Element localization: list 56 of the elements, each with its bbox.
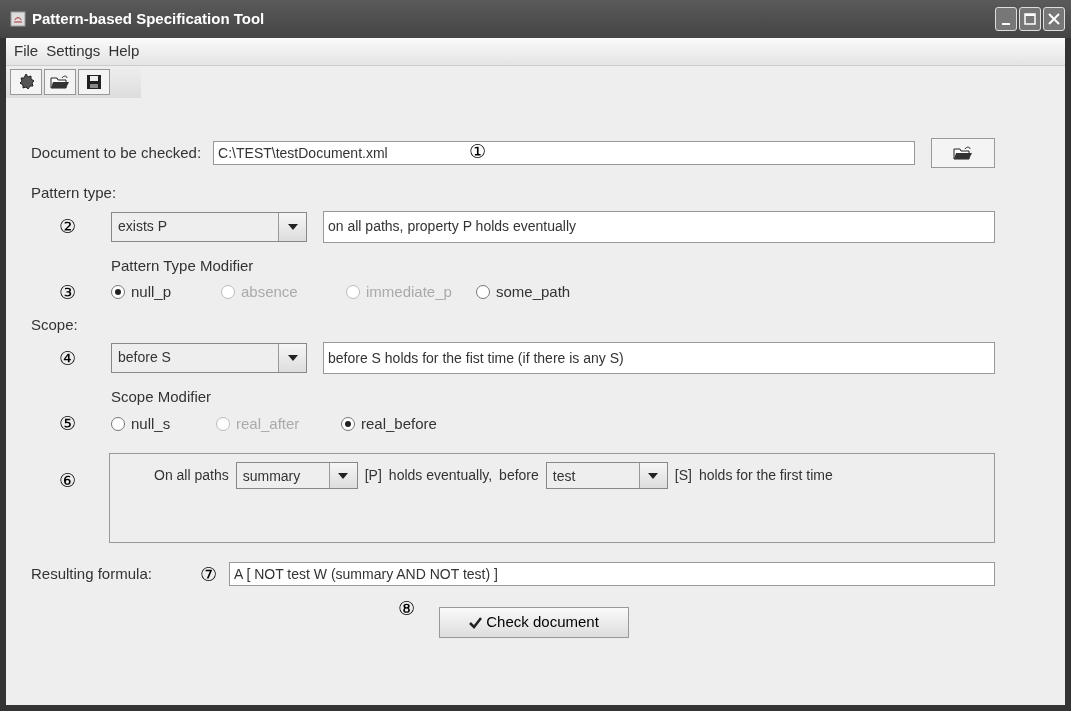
group-title: Pattern Type Modifier: [111, 255, 254, 276]
description-field[interactable]: before S holds for the fist time (if there is any S): [323, 342, 995, 374]
window-title: Pattern-based Specification Tool: [32, 8, 266, 29]
app-icon: [10, 11, 26, 27]
annotation-number: ①: [469, 142, 487, 161]
field-label: Document to be checked:: [31, 142, 202, 163]
radio-option[interactable]: some_path: [476, 281, 616, 304]
caret-icon: [648, 472, 659, 479]
field-label: Resulting formula:: [31, 563, 152, 584]
description-field[interactable]: on all paths, property P holds eventually: [323, 210, 995, 243]
caret-icon: [287, 223, 298, 230]
annotation-number: ⑧: [398, 599, 416, 618]
sentence-text: holds for the first time: [698, 466, 833, 485]
caret-icon: [338, 472, 349, 479]
annotation-number: ⑦: [199, 564, 217, 584]
dropdown[interactable]: summary: [235, 462, 358, 489]
checkmark-icon: [469, 616, 483, 629]
annotation-number: ⑥: [58, 468, 78, 490]
toolbar-button[interactable]: [44, 69, 76, 95]
folder-icon: [953, 145, 973, 161]
sentence-text: On all paths: [154, 466, 229, 485]
minimize-icon: [1002, 23, 1010, 25]
toolbar-button[interactable]: [78, 69, 110, 95]
section-label: Scope:: [31, 314, 78, 335]
maximize-button[interactable]: [1019, 7, 1041, 31]
radio-option[interactable]: null_s: [111, 412, 216, 435]
annotation-number: ⑤: [58, 414, 78, 434]
sentence-text: holds eventually,: [388, 466, 493, 485]
path-field[interactable]: C:\TEST\testDocument.xml ①: [213, 141, 915, 165]
annotation-number: ②: [58, 217, 78, 236]
close-button[interactable]: [1043, 7, 1065, 31]
gear-icon: [17, 73, 35, 91]
section-label: Pattern type:: [31, 183, 117, 203]
sentence-text: [S]: [674, 466, 692, 485]
menu-item[interactable]: Settings: [42, 40, 105, 63]
caret-icon: [287, 355, 298, 361]
check-button[interactable]: Check document: [439, 607, 630, 638]
annotation-number: ③: [58, 282, 78, 302]
annotation-number: ④: [58, 348, 78, 368]
close-icon: [1048, 13, 1060, 25]
dropdown[interactable]: before S: [111, 343, 307, 373]
sentence-text: [P]: [364, 466, 382, 485]
menu-item[interactable]: File: [10, 40, 43, 63]
menu-item[interactable]: Help: [104, 40, 144, 63]
folder-icon: [50, 74, 70, 90]
minimize-button[interactable]: [995, 7, 1017, 31]
group-title: Scope Modifier: [111, 387, 212, 407]
toolbar-button[interactable]: [10, 69, 42, 95]
dropdown[interactable]: test: [545, 462, 668, 489]
sentence-text: before: [499, 466, 539, 485]
maximize-icon: [1024, 13, 1036, 25]
formula-field[interactable]: A [ NOT test W (summary AND NOT test) ]: [228, 562, 995, 586]
dropdown[interactable]: exists P: [111, 211, 307, 242]
radio-option[interactable]: null_p: [111, 281, 221, 304]
radio-option[interactable]: real_before: [341, 412, 481, 435]
browse-button[interactable]: [931, 138, 995, 168]
